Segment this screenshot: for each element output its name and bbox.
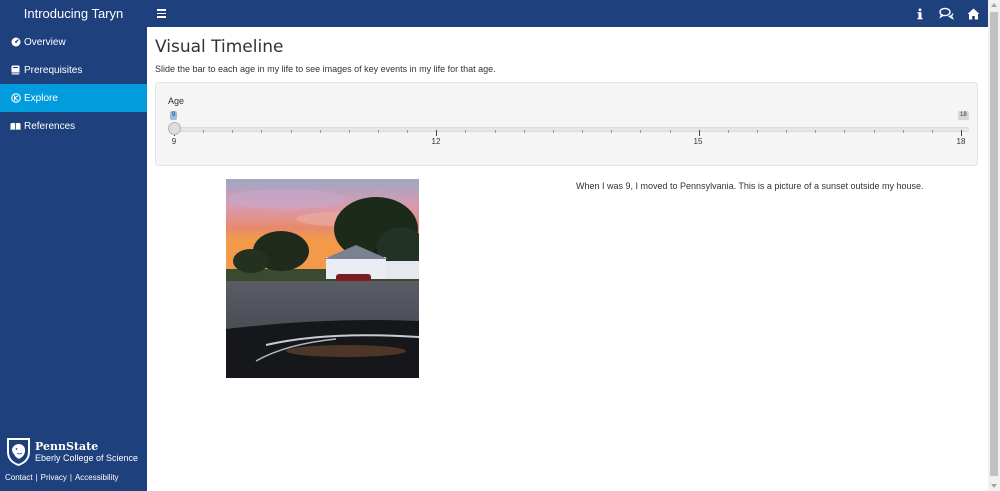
sidebar-toggle-button[interactable] bbox=[156, 6, 170, 20]
page-description: Slide the bar to each age in my life to … bbox=[155, 64, 496, 74]
slider-minor-tick bbox=[407, 130, 409, 133]
sidebar-item-label: Overview bbox=[24, 36, 66, 48]
book-icon bbox=[10, 65, 21, 76]
page-title: Visual Timeline bbox=[155, 37, 284, 57]
slider-minor-tick bbox=[582, 130, 584, 133]
sidebar-item-label: References bbox=[24, 120, 76, 132]
footer-links: Contact | Privacy | Accessibility bbox=[5, 473, 119, 482]
slider-minor-tick bbox=[669, 130, 671, 133]
slider-major-tick bbox=[961, 130, 962, 136]
dashboard-icon bbox=[10, 37, 21, 48]
slider-minor-tick bbox=[203, 130, 205, 133]
sidebar: Overview Prerequisites Explore Reference… bbox=[0, 27, 147, 491]
scrollbar-thumb[interactable] bbox=[990, 12, 998, 476]
info-icon[interactable] bbox=[911, 5, 928, 22]
logo-subtitle: Eberly College of Science bbox=[35, 452, 139, 463]
sunset-photo bbox=[226, 179, 419, 378]
logo-title: PennState bbox=[35, 439, 99, 453]
slider-max-bubble: 18 bbox=[958, 111, 969, 120]
sidebar-item-overview[interactable]: Overview bbox=[0, 28, 147, 56]
nittany-lion-shield-icon bbox=[7, 438, 30, 466]
slider-minor-tick bbox=[552, 130, 554, 133]
age-slider-label: Age bbox=[168, 96, 185, 106]
sidebar-item-references[interactable]: References bbox=[0, 112, 147, 140]
accessibility-link[interactable]: Accessibility bbox=[75, 473, 119, 482]
slider-minor-tick bbox=[902, 130, 904, 133]
slider-minor-tick bbox=[727, 130, 729, 133]
age-slider-track[interactable] bbox=[174, 127, 969, 132]
tick-label: 18 bbox=[956, 137, 966, 146]
slider-minor-tick bbox=[378, 130, 380, 133]
slider-major-tick bbox=[436, 130, 438, 136]
footer-separator: | bbox=[69, 473, 72, 482]
slider-minor-tick bbox=[640, 130, 642, 133]
age-slider-handle[interactable] bbox=[168, 122, 181, 135]
app-title: Introducing Taryn bbox=[0, 0, 147, 27]
slider-minor-tick bbox=[873, 130, 875, 133]
slider-major-tick bbox=[698, 130, 700, 136]
leanpub-icon bbox=[10, 121, 21, 132]
sidebar-item-label: Explore bbox=[24, 92, 58, 104]
sidebar-item-prerequisites[interactable]: Prerequisites bbox=[0, 56, 147, 84]
privacy-link[interactable]: Privacy bbox=[41, 473, 67, 482]
slider-minor-tick bbox=[786, 130, 788, 133]
slider-minor-tick bbox=[348, 130, 350, 133]
top-navbar bbox=[147, 0, 988, 27]
sidebar-item-explore[interactable]: Explore bbox=[0, 84, 147, 112]
sidebar-item-label: Prerequisites bbox=[24, 64, 83, 76]
timeline-caption: When I was 9, I moved to Pennsylvania. T… bbox=[576, 181, 924, 191]
scroll-down-icon[interactable] bbox=[991, 484, 997, 488]
slider-minor-tick bbox=[756, 130, 758, 133]
slider-minor-tick bbox=[261, 130, 263, 133]
tick-label: 9 bbox=[171, 137, 177, 146]
slider-minor-tick bbox=[844, 130, 846, 133]
slider-value-bubble: 9 bbox=[170, 111, 178, 120]
slider-minor-tick bbox=[523, 130, 525, 133]
slider-minor-tick bbox=[611, 130, 613, 133]
scroll-up-icon[interactable] bbox=[991, 3, 997, 7]
contact-link[interactable]: Contact bbox=[5, 473, 33, 482]
wpexplorer-icon bbox=[10, 93, 21, 104]
tick-label: 12 bbox=[431, 137, 441, 146]
comments-icon[interactable] bbox=[938, 5, 955, 22]
page-scrollbar[interactable] bbox=[988, 0, 1000, 491]
home-icon[interactable] bbox=[965, 5, 982, 22]
footer-separator: | bbox=[35, 473, 38, 482]
slider-minor-tick bbox=[232, 130, 234, 133]
slider-minor-tick bbox=[931, 130, 933, 133]
main-content: Visual Timeline Slide the bar to each ag… bbox=[147, 27, 988, 491]
slider-minor-tick bbox=[494, 130, 496, 133]
slider-minor-tick bbox=[290, 130, 292, 133]
slider-panel: Age 9 18 9 12 15 18 bbox=[155, 82, 978, 166]
slider-minor-tick bbox=[465, 130, 467, 133]
slider-minor-tick bbox=[815, 130, 817, 133]
slider-minor-tick bbox=[319, 130, 321, 133]
tick-label: 15 bbox=[693, 137, 703, 146]
pennstate-logo[interactable]: PennState Eberly College of Science bbox=[5, 437, 138, 467]
